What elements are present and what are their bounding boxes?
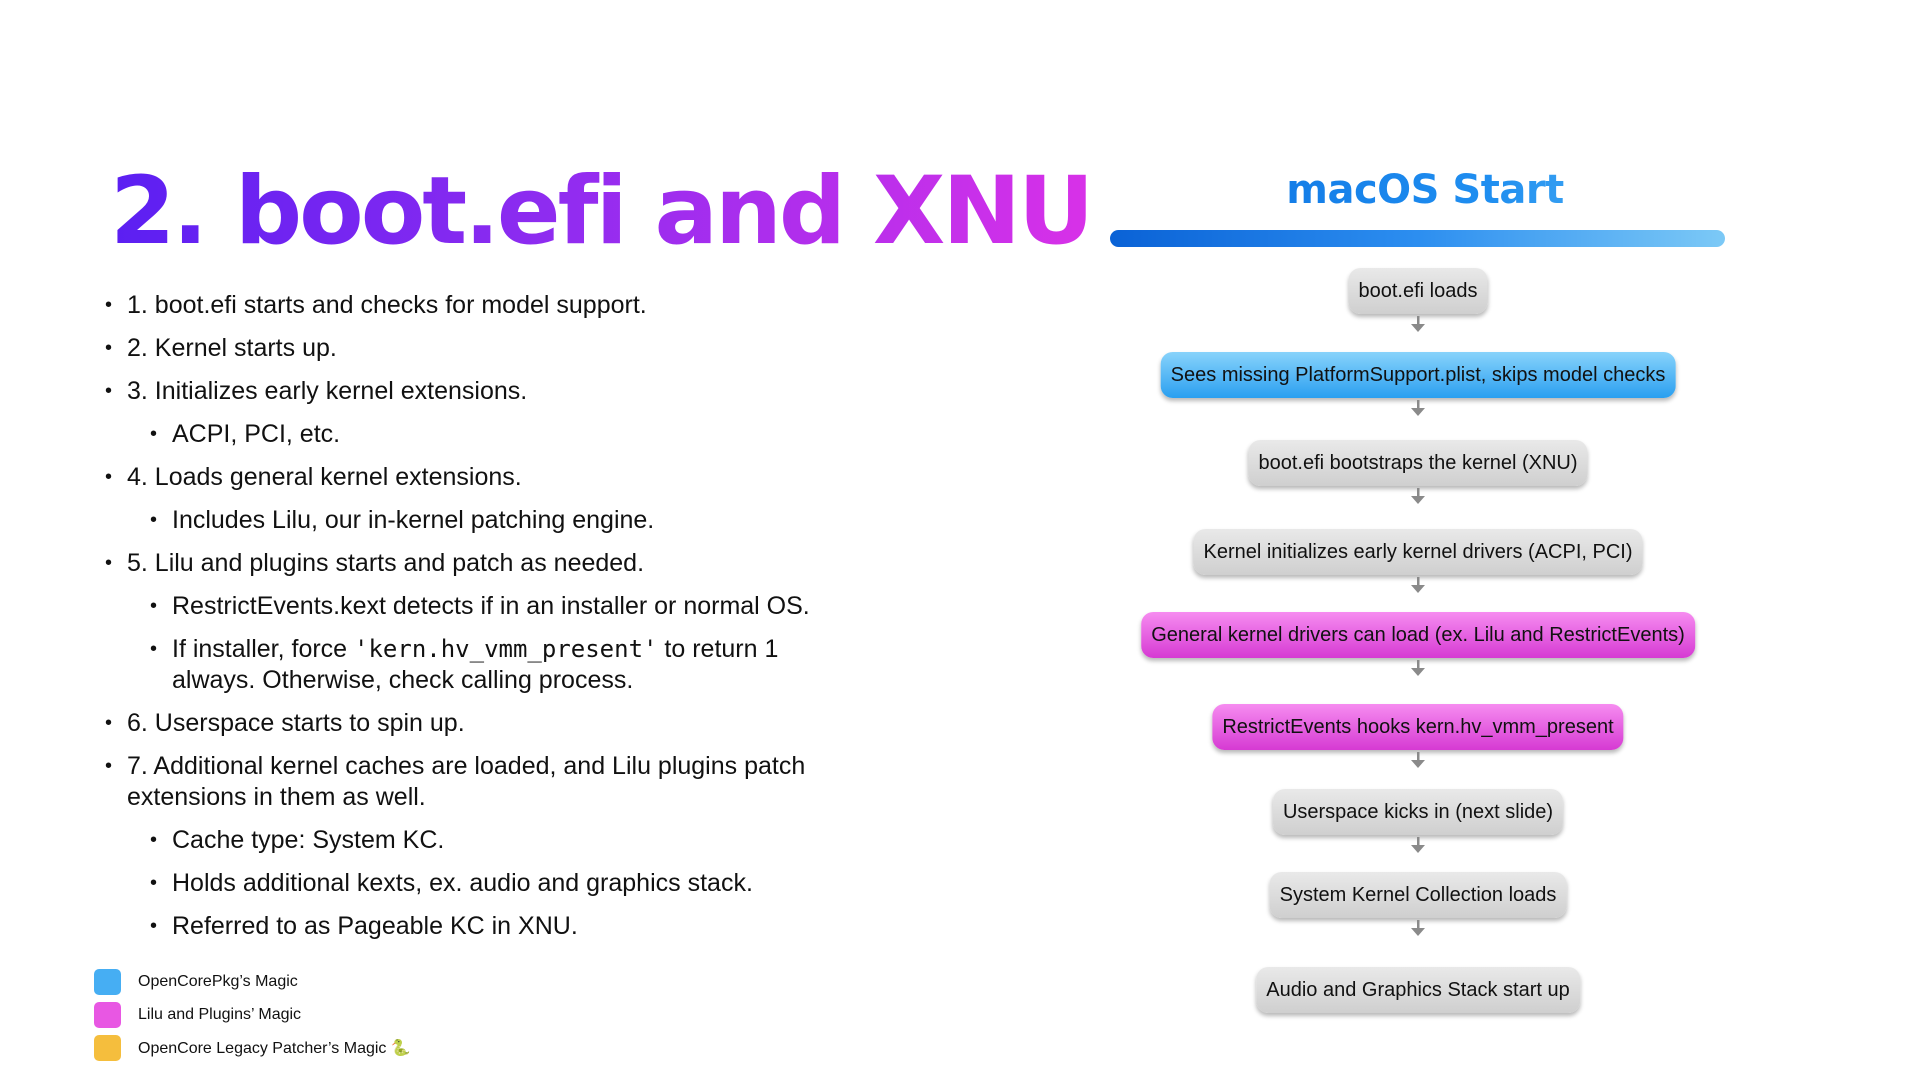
bullet-item: 4. Loads general kernel extensions. bbox=[100, 462, 860, 493]
arrow-down-icon bbox=[1411, 316, 1425, 332]
bullet-item: 2. Kernel starts up. bbox=[100, 333, 860, 364]
sub-bullet-item: Referred to as Pageable KC in XNU. bbox=[100, 911, 860, 942]
legend-label: OpenCorePkg’s Magic bbox=[138, 972, 298, 990]
swatch-yellow-icon bbox=[94, 1034, 121, 1061]
flow-step: RestrictEvents hooks kern.hv_vmm_present bbox=[1212, 704, 1624, 750]
arrow-down-icon bbox=[1411, 660, 1425, 676]
bullet-list: 1. boot.efi starts and checks for model … bbox=[100, 290, 860, 954]
bullet-item: 6. Userspace starts to spin up. bbox=[100, 708, 860, 739]
arrow-down-icon bbox=[1411, 920, 1425, 936]
flowchart-title: macOS Start bbox=[1110, 167, 1740, 213]
code-snippet: 'kern.hv_vmm_present' bbox=[354, 635, 658, 663]
swatch-blue-icon bbox=[94, 968, 121, 995]
flow-step: Kernel initializes early kernel drivers … bbox=[1193, 529, 1643, 575]
sub-bullet-item: Cache type: System KC. bbox=[100, 825, 860, 856]
bullet-item: 7. Additional kernel caches are loaded, … bbox=[100, 751, 860, 813]
flow-step: General kernel drivers can load (ex. Lil… bbox=[1141, 612, 1695, 658]
bullet-item: 1. boot.efi starts and checks for model … bbox=[100, 290, 860, 321]
arrow-down-icon bbox=[1411, 752, 1425, 768]
sub-bullet-item: Holds additional kexts, ex. audio and gr… bbox=[100, 868, 860, 899]
arrow-down-icon bbox=[1411, 488, 1425, 504]
flowchart-title-bar bbox=[1110, 230, 1725, 247]
bullet-text: If installer, force bbox=[172, 635, 355, 663]
color-legend: OpenCorePkg’s Magic Lilu and Plugins’ Mag… bbox=[94, 965, 411, 1064]
flow-step: boot.efi loads bbox=[1348, 268, 1488, 314]
flow-step: Audio and Graphics Stack start up bbox=[1256, 967, 1580, 1013]
flow-step: System Kernel Collection loads bbox=[1269, 872, 1567, 918]
sub-bullet-item: Includes Lilu, our in-kernel patching en… bbox=[100, 505, 860, 536]
swatch-pink-icon bbox=[94, 1001, 121, 1028]
bullet-item: 5. Lilu and plugins starts and patch as … bbox=[100, 548, 860, 579]
bullet-item: 3. Initializes early kernel extensions. bbox=[100, 376, 860, 407]
sub-bullet-item: If installer, force 'kern.hv_vmm_present… bbox=[100, 634, 860, 696]
flow-step: boot.efi bootstraps the kernel (XNU) bbox=[1248, 440, 1588, 486]
legend-label: OpenCore Legacy Patcher’s Magic 🐍 bbox=[138, 1039, 411, 1057]
arrow-down-icon bbox=[1411, 837, 1425, 853]
arrow-down-icon bbox=[1411, 400, 1425, 416]
flow-step: Sees missing PlatformSupport.plist, skip… bbox=[1160, 352, 1676, 398]
legend-item: Lilu and Plugins’ Magic bbox=[94, 998, 411, 1031]
legend-item: OpenCore Legacy Patcher’s Magic 🐍 bbox=[94, 1031, 411, 1064]
slide-title: 2. boot.efi and XNU bbox=[110, 157, 1094, 266]
legend-label: Lilu and Plugins’ Magic bbox=[138, 1005, 302, 1023]
legend-item: OpenCorePkg’s Magic bbox=[94, 965, 411, 998]
arrow-down-icon bbox=[1411, 577, 1425, 593]
flow-step: Userspace kicks in (next slide) bbox=[1272, 789, 1564, 835]
sub-bullet-item: ACPI, PCI, etc. bbox=[100, 419, 860, 450]
sub-bullet-item: RestrictEvents.kext detects if in an ins… bbox=[100, 591, 860, 622]
